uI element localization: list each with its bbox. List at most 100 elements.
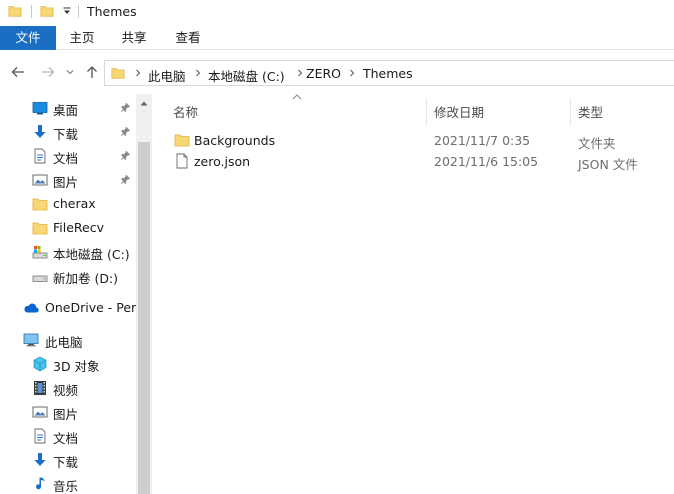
sidebar-item-label: 图片 bbox=[53, 407, 79, 422]
picture-icon bbox=[32, 174, 48, 186]
table-row[interactable]: zero.json 2021/11/6 15:05 JSON 文件 bbox=[170, 151, 670, 172]
sidebar-item-label: 此电脑 bbox=[45, 335, 83, 350]
sidebar-item-pictures-pc[interactable]: 图片 bbox=[0, 401, 136, 423]
recent-locations-chevron-icon[interactable] bbox=[64, 64, 76, 80]
breadcrumb-zero[interactable]: ZERO bbox=[306, 66, 341, 81]
sidebar-item-onedrive[interactable]: OneDrive - Pers bbox=[0, 297, 143, 319]
sidebar-item-label: 图片 bbox=[53, 175, 79, 190]
forward-arrow-icon[interactable] bbox=[40, 64, 56, 80]
chevron-right-icon[interactable] bbox=[193, 67, 203, 79]
file-icon bbox=[176, 153, 188, 169]
computer-icon bbox=[23, 333, 39, 347]
breadcrumb-themes[interactable]: Themes bbox=[363, 66, 413, 81]
title-separator bbox=[31, 5, 32, 18]
scrollbar-thumb[interactable] bbox=[138, 142, 150, 494]
cloud-icon bbox=[24, 303, 39, 313]
title-separator bbox=[78, 5, 79, 18]
sidebar-item-label: 视频 bbox=[53, 383, 79, 398]
sidebar-item-documents-pc[interactable]: 文档 bbox=[0, 425, 136, 447]
sidebar-item-music[interactable]: 音乐 bbox=[0, 473, 136, 494]
column-header-type[interactable]: 类型 bbox=[578, 102, 603, 121]
back-arrow-icon[interactable] bbox=[10, 64, 26, 80]
sidebar-item-label: 新加卷 (D:) bbox=[53, 271, 119, 286]
desktop-icon bbox=[32, 102, 48, 115]
sidebar-item-downloads-pc[interactable]: 下载 bbox=[0, 449, 136, 471]
drive-icon bbox=[32, 246, 48, 259]
pin-icon[interactable] bbox=[120, 150, 131, 161]
sidebar-item-new-volume-d[interactable]: 新加卷 (D:) bbox=[0, 265, 136, 287]
sidebar-item-this-pc[interactable]: 此电脑 bbox=[0, 329, 136, 351]
file-name: zero.json bbox=[194, 154, 251, 169]
sidebar-item-label: 桌面 bbox=[53, 103, 79, 118]
folder-icon bbox=[32, 222, 48, 235]
pin-icon[interactable] bbox=[120, 174, 131, 185]
address-bar[interactable]: 此电脑 本地磁盘 (C:) ZERO Themes bbox=[104, 60, 674, 86]
folder-icon bbox=[32, 198, 48, 211]
file-type: 文件夹 bbox=[578, 136, 616, 151]
column-header-name[interactable]: 名称 bbox=[173, 102, 198, 121]
new-folder-icon[interactable] bbox=[40, 4, 54, 18]
sidebar-item-label: 本地磁盘 (C:) bbox=[53, 247, 130, 262]
breadcrumb-this-pc[interactable]: 此电脑 bbox=[148, 66, 186, 85]
column-divider[interactable] bbox=[570, 98, 571, 126]
sidebar-scrollbar[interactable] bbox=[136, 94, 152, 494]
chevron-right-icon[interactable] bbox=[347, 67, 357, 79]
folder-icon bbox=[174, 134, 190, 147]
sidebar-item-label: 音乐 bbox=[53, 479, 79, 494]
sidebar-item-label: 3D 对象 bbox=[53, 359, 100, 374]
file-date: 2021/11/7 0:35 bbox=[434, 133, 531, 148]
sidebar-item-label: 下载 bbox=[53, 127, 79, 142]
window-title: Themes bbox=[87, 4, 137, 19]
sidebar-item-label: 下载 bbox=[53, 455, 79, 470]
ribbon-tabs: 文件 主页 共享 查看 bbox=[0, 26, 674, 50]
download-icon bbox=[34, 125, 46, 138]
folder-icon[interactable] bbox=[8, 4, 22, 18]
sidebar-item-label: OneDrive - Pers bbox=[45, 300, 143, 315]
sidebar-item-label: FileRecv bbox=[53, 220, 105, 235]
chevron-right-icon[interactable] bbox=[295, 67, 305, 79]
title-bar: Themes bbox=[0, 0, 674, 25]
pin-icon[interactable] bbox=[120, 102, 131, 113]
scroll-up-arrow-icon[interactable] bbox=[140, 100, 148, 106]
picture-icon bbox=[32, 406, 48, 418]
table-row[interactable]: Backgrounds 2021/11/7 0:35 文件夹 bbox=[170, 130, 670, 151]
file-list: 名称 修改日期 类型 Backgrounds 2021/11/7 0:35 文件… bbox=[152, 94, 674, 494]
chevron-right-icon[interactable] bbox=[133, 67, 143, 79]
sidebar-item-label: 文档 bbox=[53, 151, 79, 166]
sidebar-item-pictures[interactable]: 图片 bbox=[0, 169, 136, 191]
tab-share[interactable]: 共享 bbox=[108, 26, 160, 50]
quick-access-dropdown-icon[interactable] bbox=[62, 6, 72, 16]
file-name: Backgrounds bbox=[194, 133, 276, 148]
sidebar-item-label: cherax bbox=[53, 196, 96, 211]
sidebar-item-3d-objects[interactable]: 3D 对象 bbox=[0, 353, 136, 375]
sidebar-item-downloads[interactable]: 下载 bbox=[0, 121, 136, 143]
navigation-bar: 此电脑 本地磁盘 (C:) ZERO Themes bbox=[0, 51, 674, 94]
sidebar-item-filerecv[interactable]: FileRecv bbox=[0, 217, 136, 239]
tab-view[interactable]: 查看 bbox=[160, 26, 216, 50]
breadcrumb-local-disk[interactable]: 本地磁盘 (C:) bbox=[208, 66, 285, 85]
sort-ascending-icon bbox=[292, 94, 302, 100]
folder-icon bbox=[111, 68, 125, 79]
tab-home[interactable]: 主页 bbox=[56, 26, 108, 50]
file-type: JSON 文件 bbox=[578, 157, 638, 172]
sidebar-item-desktop[interactable]: 桌面 bbox=[0, 97, 136, 119]
drive-icon bbox=[32, 275, 48, 282]
video-icon bbox=[34, 381, 46, 395]
file-date: 2021/11/6 15:05 bbox=[434, 154, 539, 169]
sidebar-item-videos[interactable]: 视频 bbox=[0, 377, 136, 399]
pin-icon[interactable] bbox=[120, 126, 131, 137]
sidebar-item-cherax[interactable]: cherax bbox=[0, 193, 136, 215]
navigation-pane: 桌面 下载 文档 图片 cherax FileRecv 本地磁盘 (C:) 新加… bbox=[0, 94, 152, 494]
music-icon bbox=[36, 477, 45, 490]
3d-objects-icon bbox=[33, 356, 47, 372]
up-arrow-icon[interactable] bbox=[84, 64, 100, 80]
sidebar-item-local-disk-c[interactable]: 本地磁盘 (C:) bbox=[0, 241, 136, 263]
document-icon bbox=[34, 428, 46, 444]
sidebar-item-label: 文档 bbox=[53, 431, 79, 446]
tab-file[interactable]: 文件 bbox=[0, 26, 56, 50]
download-icon bbox=[34, 453, 46, 466]
sidebar-item-documents[interactable]: 文档 bbox=[0, 145, 136, 167]
column-header-date[interactable]: 修改日期 bbox=[434, 102, 484, 121]
column-divider[interactable] bbox=[426, 98, 427, 126]
document-icon bbox=[34, 148, 46, 164]
